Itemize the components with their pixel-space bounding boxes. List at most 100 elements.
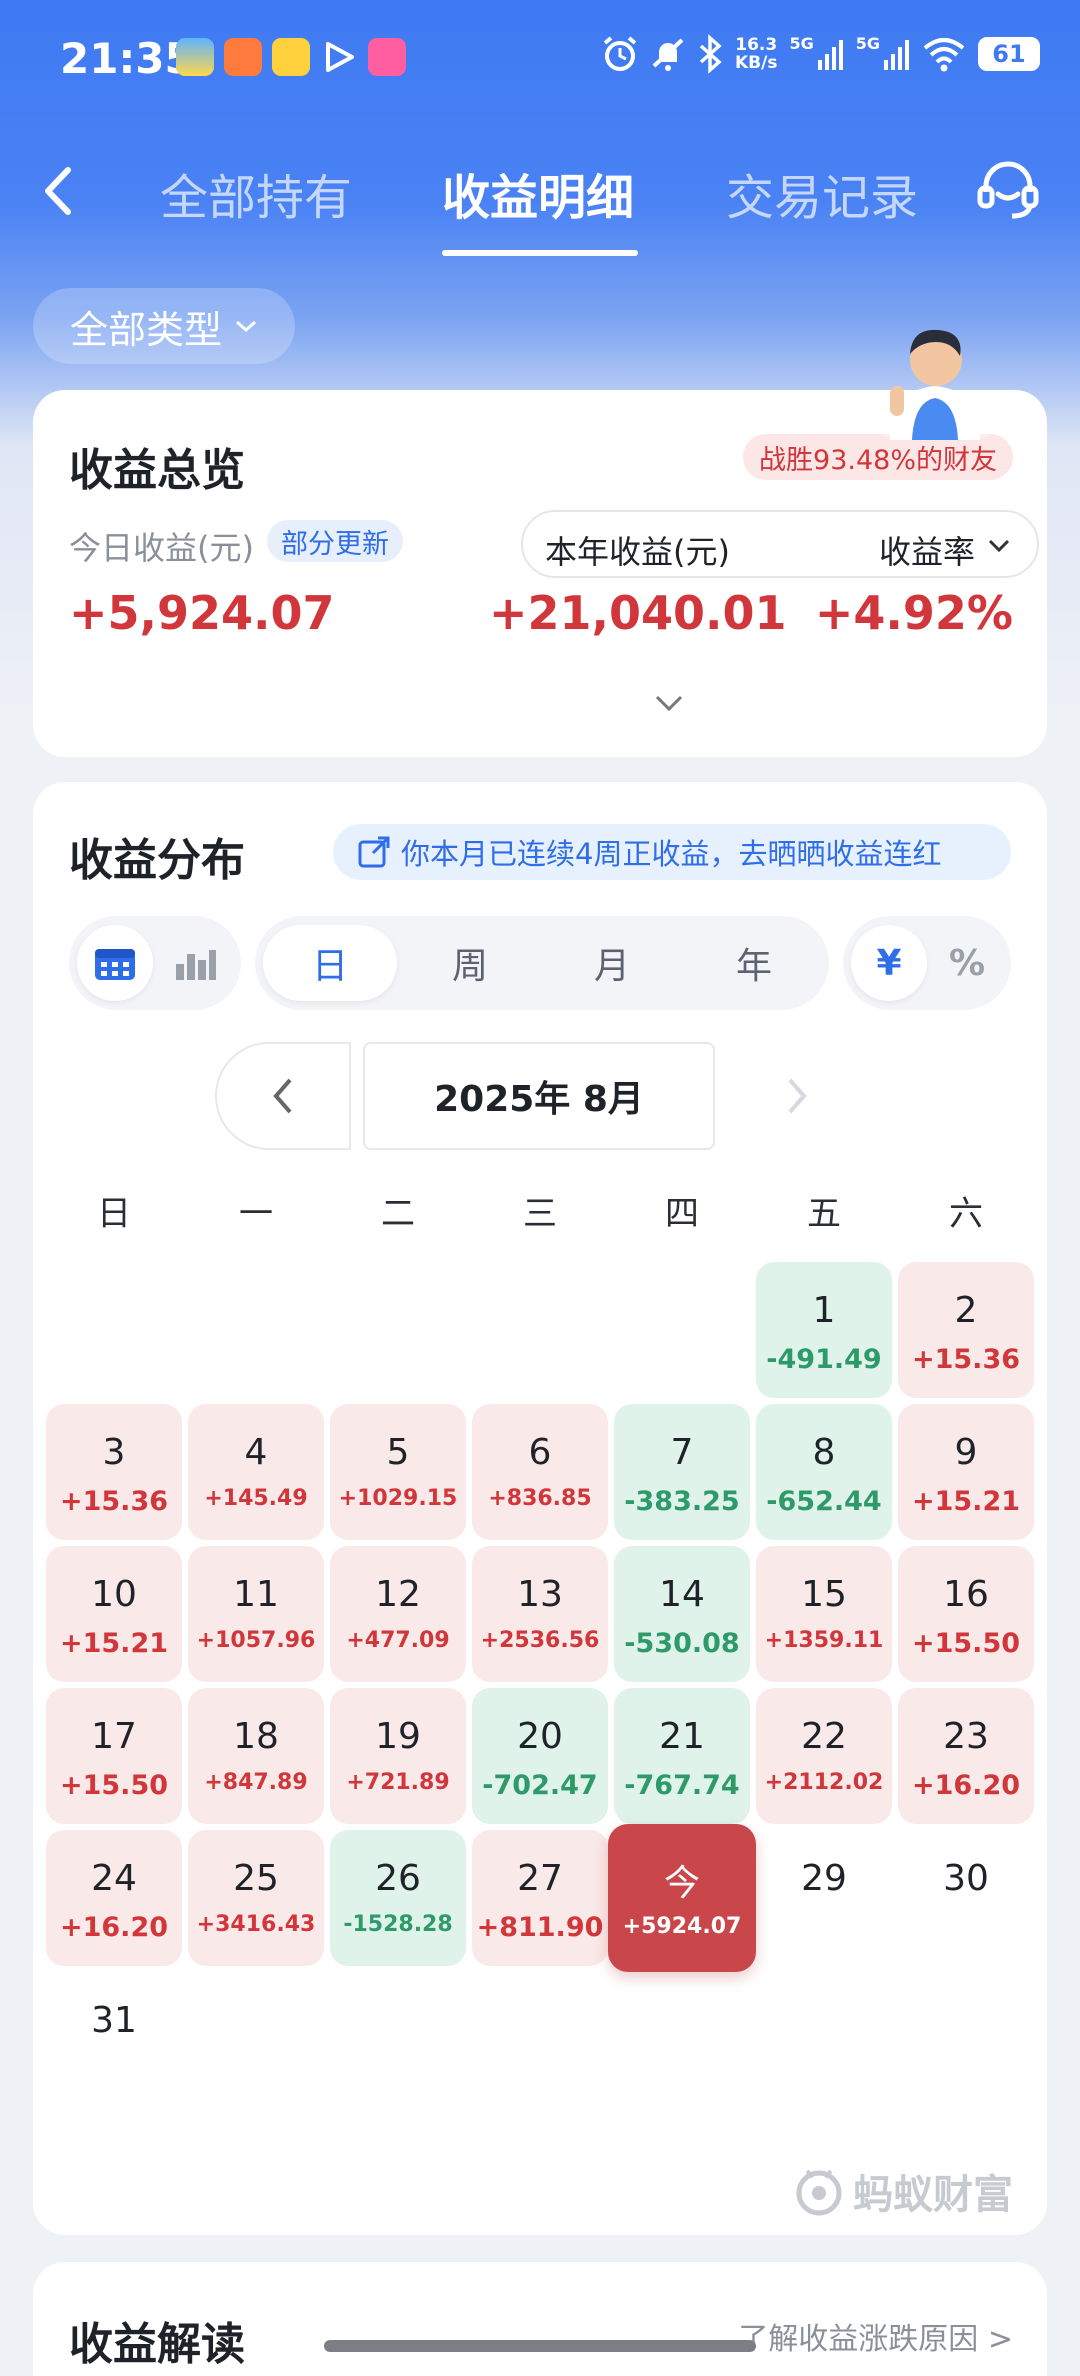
type-filter-dropdown[interactable]: 全部类型	[33, 288, 295, 364]
day-number: 17	[91, 1716, 137, 1757]
calendar-day[interactable]: 24 +16.20	[46, 1830, 182, 1966]
ant-fortune-logo-icon	[796, 2169, 842, 2216]
calendar-day[interactable]: 16 +15.50	[898, 1546, 1034, 1682]
day-earnings: +1029.15	[338, 1486, 458, 1511]
calendar-day[interactable]: 7 -383.25	[614, 1404, 750, 1540]
day-earnings: +15.36	[59, 1486, 169, 1517]
calendar-day[interactable]: 25 +3416.43	[188, 1830, 324, 1966]
day-number: 21	[659, 1716, 705, 1757]
calendar-day[interactable]: 19 +721.89	[330, 1688, 466, 1824]
earnings-distribution-card: 收益分布 你本月已连续4周正收益，去晒晒收益连红 日 周 月 年 ¥ % 202…	[33, 782, 1047, 2235]
calendar-day[interactable]: 8 -652.44	[756, 1404, 892, 1540]
prev-month-button[interactable]	[215, 1042, 351, 1150]
unit-yuan-button[interactable]: ¥	[851, 925, 927, 1001]
calendar-day-today[interactable]: 今 +5924.07	[608, 1824, 756, 1972]
video-app-icon	[326, 42, 354, 72]
bar-chart-icon	[176, 950, 216, 980]
calendar-view-button[interactable]	[77, 925, 153, 1001]
bar-chart-view-button[interactable]	[157, 925, 233, 1001]
calendar-day[interactable]: 12 +477.09	[330, 1546, 466, 1682]
day-earnings: +836.85	[488, 1486, 592, 1511]
streak-share-banner[interactable]: 你本月已连续4周正收益，去晒晒收益连红	[333, 824, 1011, 880]
next-month-button[interactable]	[729, 1042, 865, 1150]
top-nav: 全部持有 收益明细 交易记录	[0, 118, 1080, 268]
day-number: 5	[386, 1432, 410, 1473]
day-earnings: -1528.28	[343, 1912, 453, 1937]
app-notification-icon	[368, 38, 406, 76]
battery-icon: 61	[978, 37, 1040, 71]
back-arrow-icon[interactable]	[30, 156, 86, 226]
day-number: 22	[801, 1716, 847, 1757]
day-earnings: +1359.11	[764, 1628, 884, 1653]
calendar-day[interactable]: 27 +811.90	[472, 1830, 608, 1966]
calendar-day[interactable]: 2 +15.36	[898, 1262, 1034, 1398]
tab-earnings-detail[interactable]: 收益明细	[442, 158, 634, 228]
day-number: 20	[517, 1716, 563, 1757]
calendar-day[interactable]: 26 -1528.28	[330, 1830, 466, 1966]
day-number: 3	[102, 1432, 126, 1473]
signal-icon: 5G	[789, 34, 843, 74]
calendar-day[interactable]: 1 -491.49	[756, 1262, 892, 1398]
calendar-day[interactable]: 14 -530.08	[614, 1546, 750, 1682]
calendar-day[interactable]: 30	[898, 1830, 1034, 1966]
network-speed-unit: KB/s	[735, 53, 778, 73]
partial-update-badge[interactable]: 部分更新	[267, 520, 403, 562]
unit-percent-button[interactable]: %	[929, 925, 1005, 1001]
calendar-day[interactable]: 22 +2112.02	[756, 1688, 892, 1824]
mute-icon	[652, 38, 684, 71]
current-month-label[interactable]: 2025年 8月	[363, 1042, 715, 1150]
calendar-day[interactable]: 5 +1029.15	[330, 1404, 466, 1540]
day-earnings: +3416.43	[196, 1912, 316, 1937]
calendar-day[interactable]: 21 -767.74	[614, 1688, 750, 1824]
calendar-day[interactable]: 4 +145.49	[188, 1404, 324, 1540]
analysis-link[interactable]: 了解收益涨跌原因 >	[738, 2314, 1013, 2358]
day-earnings: +15.21	[59, 1628, 169, 1659]
day-number: 27	[517, 1858, 563, 1899]
app-notification-icon	[224, 38, 262, 76]
beat-percentage-badge[interactable]: 战胜93.48%的财友	[743, 434, 1013, 480]
signal-bars-icon	[884, 40, 909, 70]
calendar-day[interactable]: 31	[46, 1972, 182, 2108]
tab-transactions[interactable]: 交易记录	[726, 158, 918, 228]
mascot-illustration	[875, 329, 995, 440]
calendar-day[interactable]: 15 +1359.11	[756, 1546, 892, 1682]
calendar-day[interactable]: 29	[756, 1830, 892, 1966]
calendar-day[interactable]: 11 +1057.96	[188, 1546, 324, 1682]
day-earnings: +15.50	[911, 1628, 1021, 1659]
day-earnings: +721.89	[346, 1770, 450, 1795]
day-number: 25	[233, 1858, 279, 1899]
calendar-day[interactable]: 9 +15.21	[898, 1404, 1034, 1540]
day-earnings: +5924.07	[622, 1914, 742, 1939]
period-week[interactable]: 周	[403, 925, 537, 1001]
day-earnings: +2536.56	[480, 1628, 600, 1653]
expand-chevron-icon[interactable]	[651, 690, 687, 716]
calendar-day[interactable]: 17 +15.50	[46, 1688, 182, 1824]
day-earnings: +1057.96	[196, 1628, 316, 1653]
network-speed-value: 16.3	[735, 35, 778, 55]
chevron-down-icon	[236, 320, 256, 333]
weekday-label: 五	[807, 1194, 841, 1234]
calendar-day[interactable]: 10 +15.21	[46, 1546, 182, 1682]
calendar-day[interactable]: 6 +836.85	[472, 1404, 608, 1540]
today-earnings-label: 今日收益(元)	[69, 529, 254, 567]
tab-all-holdings[interactable]: 全部持有	[160, 158, 352, 228]
day-number: 9	[954, 1432, 978, 1473]
calendar-day[interactable]: 13 +2536.56	[472, 1546, 608, 1682]
brand-watermark-text: 蚂蚁财富	[853, 2172, 1013, 2218]
calendar-day[interactable]: 3 +15.36	[46, 1404, 182, 1540]
calendar-day[interactable]: 18 +847.89	[188, 1688, 324, 1824]
wifi-icon	[923, 38, 965, 72]
calendar-day[interactable]: 20 -702.47	[472, 1688, 608, 1824]
day-number: 15	[801, 1574, 847, 1615]
calendar-day[interactable]: 23 +16.20	[898, 1688, 1034, 1824]
day-number: 6	[528, 1432, 552, 1473]
alarm-icon	[603, 36, 637, 71]
year-earnings-selector[interactable]: 本年收益(元) 收益率	[521, 510, 1039, 578]
home-indicator[interactable]	[324, 2340, 756, 2352]
signal-label: 5G	[789, 34, 814, 53]
customer-service-icon[interactable]	[972, 154, 1044, 226]
type-filter-label: 全部类型	[69, 307, 222, 352]
period-day[interactable]: 日	[263, 925, 397, 1001]
period-year[interactable]: 年	[687, 925, 821, 1001]
period-month[interactable]: 月	[545, 925, 679, 1001]
